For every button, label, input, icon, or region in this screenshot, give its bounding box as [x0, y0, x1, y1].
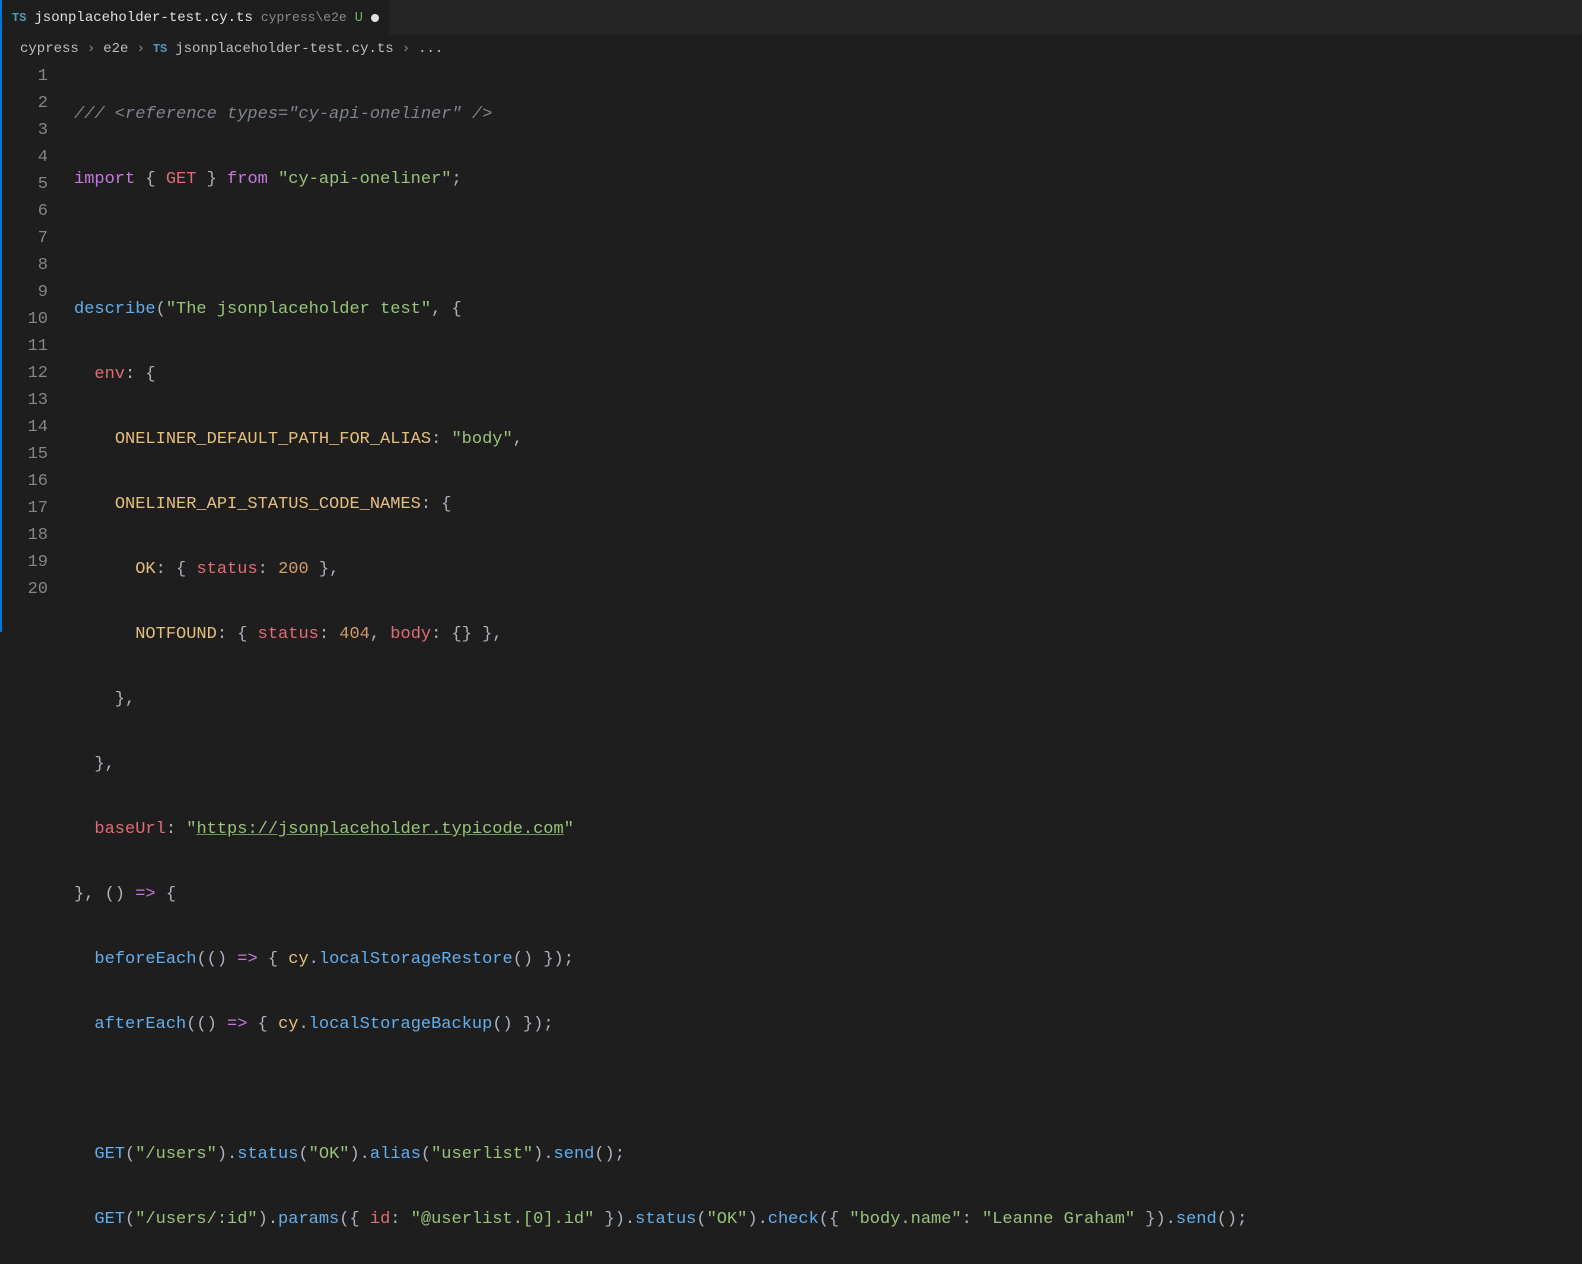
chevron-right-icon: › — [136, 41, 144, 57]
ts-icon: TS — [153, 42, 167, 56]
code-line[interactable]: NOTFOUND: { status: 404, body: {} }, — [74, 621, 1582, 648]
tab-filename: jsonplaceholder-test.cy.ts — [34, 10, 252, 26]
code-line[interactable]: env: { — [74, 361, 1582, 388]
line-number: 1 — [2, 63, 48, 90]
code-line[interactable]: ONELINER_DEFAULT_PATH_FOR_ALIAS: "body", — [74, 426, 1582, 453]
line-number: 18 — [2, 522, 48, 549]
code-line[interactable] — [74, 231, 1582, 258]
line-number: 11 — [2, 333, 48, 360]
editor-tab[interactable]: TS jsonplaceholder-test.cy.ts cypress\e2… — [2, 0, 390, 35]
code-line[interactable]: beforeEach(() => { cy.localStorageRestor… — [74, 946, 1582, 973]
code-line[interactable]: baseUrl: "https://jsonplaceholder.typico… — [74, 816, 1582, 843]
line-number: 15 — [2, 441, 48, 468]
line-number: 9 — [2, 279, 48, 306]
line-number: 19 — [2, 549, 48, 576]
code-line[interactable]: ONELINER_API_STATUS_CODE_NAMES: { — [74, 491, 1582, 518]
line-number: 8 — [2, 252, 48, 279]
line-number: 17 — [2, 495, 48, 522]
line-number: 16 — [2, 468, 48, 495]
code-line[interactable]: GET("/users/:id").params({ id: "@userlis… — [74, 1206, 1582, 1233]
tab-git-status: U — [355, 10, 363, 26]
code-line[interactable]: OK: { status: 200 }, — [74, 556, 1582, 583]
line-gutter: 1234567891011121314151617181920 — [2, 63, 74, 1264]
line-number: 10 — [2, 306, 48, 333]
code-area[interactable]: /// <reference types="cy-api-oneliner" /… — [74, 63, 1582, 1264]
tab-path: cypress\e2e — [261, 10, 347, 25]
breadcrumb-segment[interactable]: cypress — [20, 41, 79, 57]
code-line[interactable]: }, — [74, 686, 1582, 713]
line-number: 7 — [2, 225, 48, 252]
tab-bar: TS jsonplaceholder-test.cy.ts cypress\e2… — [2, 0, 1582, 35]
line-number: 2 — [2, 90, 48, 117]
line-number: 4 — [2, 144, 48, 171]
ts-icon: TS — [12, 11, 26, 25]
line-number: 6 — [2, 198, 48, 225]
code-line[interactable]: }, — [74, 751, 1582, 778]
code-line[interactable]: import { GET } from "cy-api-oneliner"; — [74, 166, 1582, 193]
chevron-right-icon: › — [402, 41, 410, 57]
breadcrumb[interactable]: cypress › e2e › TS jsonplaceholder-test.… — [2, 35, 1582, 63]
line-number: 5 — [2, 171, 48, 198]
code-line[interactable]: GET("/users").status("OK").alias("userli… — [74, 1141, 1582, 1168]
code-line[interactable]: afterEach(() => { cy.localStorageBackup(… — [74, 1011, 1582, 1038]
code-line[interactable]: }, () => { — [74, 881, 1582, 908]
line-number: 3 — [2, 117, 48, 144]
line-number: 14 — [2, 414, 48, 441]
code-editor[interactable]: 1234567891011121314151617181920 /// <ref… — [2, 63, 1582, 1264]
breadcrumb-ellipsis[interactable]: ... — [418, 41, 443, 57]
line-number: 13 — [2, 387, 48, 414]
unsaved-dot-icon[interactable] — [371, 14, 379, 22]
code-line[interactable]: describe("The jsonplaceholder test", { — [74, 296, 1582, 323]
code-line[interactable]: /// <reference types="cy-api-oneliner" /… — [74, 101, 1582, 128]
code-line[interactable] — [74, 1076, 1582, 1103]
breadcrumb-segment[interactable]: e2e — [103, 41, 128, 57]
breadcrumb-segment[interactable]: jsonplaceholder-test.cy.ts — [175, 41, 393, 57]
line-number: 12 — [2, 360, 48, 387]
line-number: 20 — [2, 576, 48, 603]
chevron-right-icon: › — [87, 41, 95, 57]
